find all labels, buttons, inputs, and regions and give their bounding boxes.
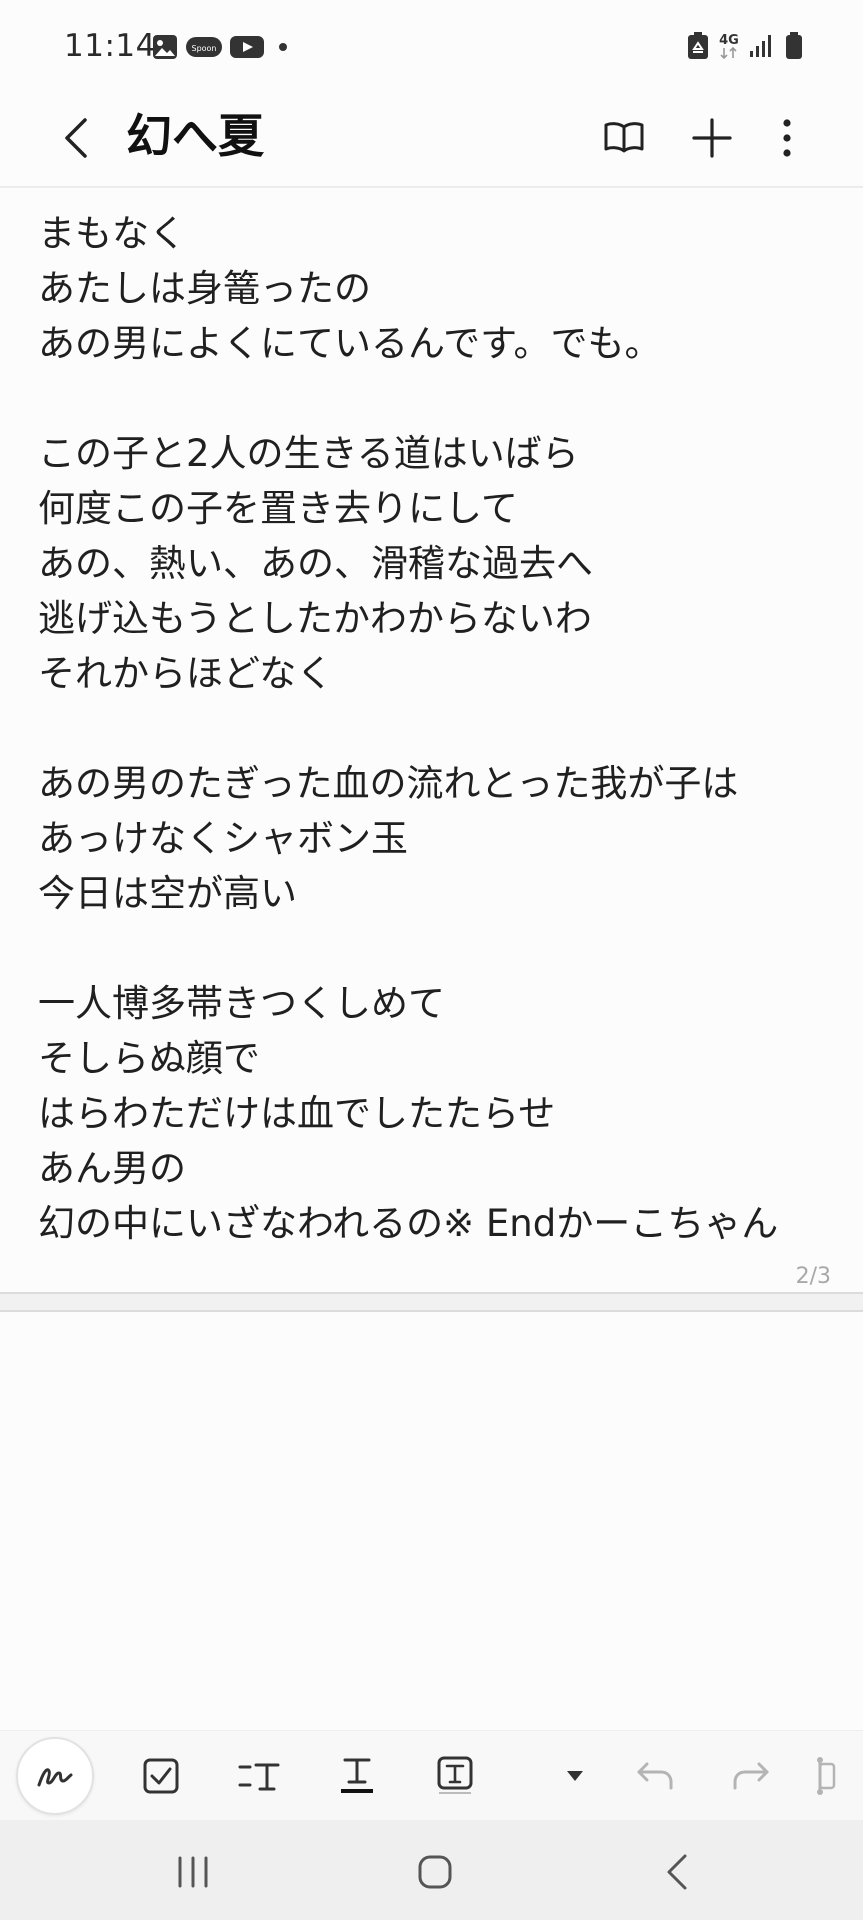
undo-button[interactable] bbox=[624, 1745, 686, 1807]
text-box-icon bbox=[437, 1756, 473, 1794]
more-vert-icon bbox=[783, 119, 791, 157]
note-line: あん男の bbox=[38, 1147, 186, 1190]
page-gap bbox=[0, 1294, 863, 1310]
reading-mode-button[interactable] bbox=[596, 106, 652, 170]
note-title: 幻へ夏 bbox=[126, 109, 264, 163]
note-line: そしらぬ顔で bbox=[38, 1037, 260, 1080]
note-line: あの男によくにているんです。でも。 bbox=[38, 322, 662, 365]
status-system-icons: 4G bbox=[687, 32, 803, 60]
image-icon bbox=[152, 34, 178, 60]
note-line: この子と2人の生きる道はいばら bbox=[38, 432, 579, 475]
handwriting-button[interactable] bbox=[16, 1737, 94, 1815]
recent-apps-icon bbox=[178, 1856, 208, 1888]
spoon-app-icon: Spoon bbox=[186, 35, 222, 59]
battery-icon bbox=[785, 32, 803, 60]
recycle-battery-saver-icon bbox=[687, 32, 709, 60]
editor-toolbar bbox=[0, 1730, 863, 1820]
note-line: あっけなくシャボン玉 bbox=[38, 817, 408, 860]
recent-apps-button[interactable] bbox=[158, 1842, 228, 1902]
app-bar: 幻へ夏 bbox=[0, 96, 863, 188]
note-line: はらわただけは血でしたたらせ bbox=[38, 1092, 556, 1135]
more-options-button[interactable] bbox=[759, 106, 815, 170]
home-button[interactable] bbox=[400, 1842, 470, 1902]
back-button[interactable] bbox=[52, 106, 100, 170]
checkbox-icon bbox=[143, 1758, 179, 1794]
status-notification-icons: Spoon bbox=[152, 34, 288, 60]
youtube-icon bbox=[230, 34, 264, 60]
text-style-icon bbox=[238, 1763, 280, 1791]
back-nav-button[interactable] bbox=[642, 1842, 712, 1902]
status-time: 11:14 bbox=[64, 28, 156, 64]
page-separator bbox=[0, 1310, 863, 1312]
network-type-label: 4G bbox=[719, 32, 739, 48]
text-underline-icon bbox=[341, 1758, 373, 1793]
status-bar: 11:14 Spoon 4G bbox=[0, 0, 863, 96]
toolbar-dropdown-button[interactable] bbox=[544, 1745, 606, 1807]
notification-dot-icon bbox=[278, 42, 288, 52]
note-line: あの男のたぎった血の流れとった我が子は bbox=[38, 762, 739, 805]
dropdown-icon bbox=[567, 1771, 583, 1781]
note-line: それからほどなく bbox=[38, 652, 334, 695]
redo-button[interactable] bbox=[720, 1745, 782, 1807]
note-line: 逃げ込もうとしたかわからないわ bbox=[38, 597, 592, 640]
handwriting-pen-icon bbox=[37, 1768, 73, 1787]
note-line: あの、熱い、あの、滑稽な過去へ bbox=[38, 542, 593, 585]
back-nav-icon bbox=[667, 1854, 687, 1890]
note-line: 一人博多帯きつくしめて bbox=[38, 982, 445, 1025]
page-indicator: 2/3 bbox=[795, 1264, 831, 1289]
signal-icon bbox=[749, 33, 775, 59]
note-line bbox=[38, 371, 838, 426]
text-format-button[interactable] bbox=[326, 1745, 388, 1807]
note-page[interactable]: まもなく あたしは身篭ったの あの男によくにているんです。でも。 この子と2人の… bbox=[0, 188, 863, 1292]
text-box-button[interactable] bbox=[424, 1745, 486, 1807]
home-icon bbox=[418, 1855, 452, 1889]
note-line: 幻の中にいざなわれるの※ Endかーこちゃん bbox=[38, 1202, 779, 1245]
text-style-button[interactable] bbox=[228, 1745, 290, 1807]
note-line: まもなく bbox=[38, 212, 186, 255]
note-line bbox=[38, 921, 838, 976]
checklist-button[interactable] bbox=[130, 1745, 192, 1807]
system-navigation-bar bbox=[0, 1820, 863, 1920]
note-line: あたしは身篭ったの bbox=[38, 267, 371, 310]
spoon-label: Spoon bbox=[191, 44, 216, 53]
book-view-icon bbox=[604, 122, 644, 153]
more-tools-icon bbox=[817, 1757, 836, 1795]
chevron-left-icon bbox=[65, 118, 87, 158]
redo-icon bbox=[733, 1762, 769, 1790]
note-line: 何度この子を置き去りにして bbox=[38, 487, 518, 530]
add-icon bbox=[692, 118, 732, 158]
add-page-button[interactable] bbox=[684, 106, 740, 170]
note-line bbox=[38, 701, 838, 756]
note-line: 今日は空が高い bbox=[38, 872, 297, 915]
undo-icon bbox=[637, 1762, 673, 1790]
more-tools-button[interactable] bbox=[812, 1745, 863, 1807]
note-body[interactable]: まもなく あたしは身篭ったの あの男によくにているんです。でも。 この子と2人の… bbox=[38, 206, 838, 1251]
4g-data-icon: 4G bbox=[719, 34, 739, 59]
